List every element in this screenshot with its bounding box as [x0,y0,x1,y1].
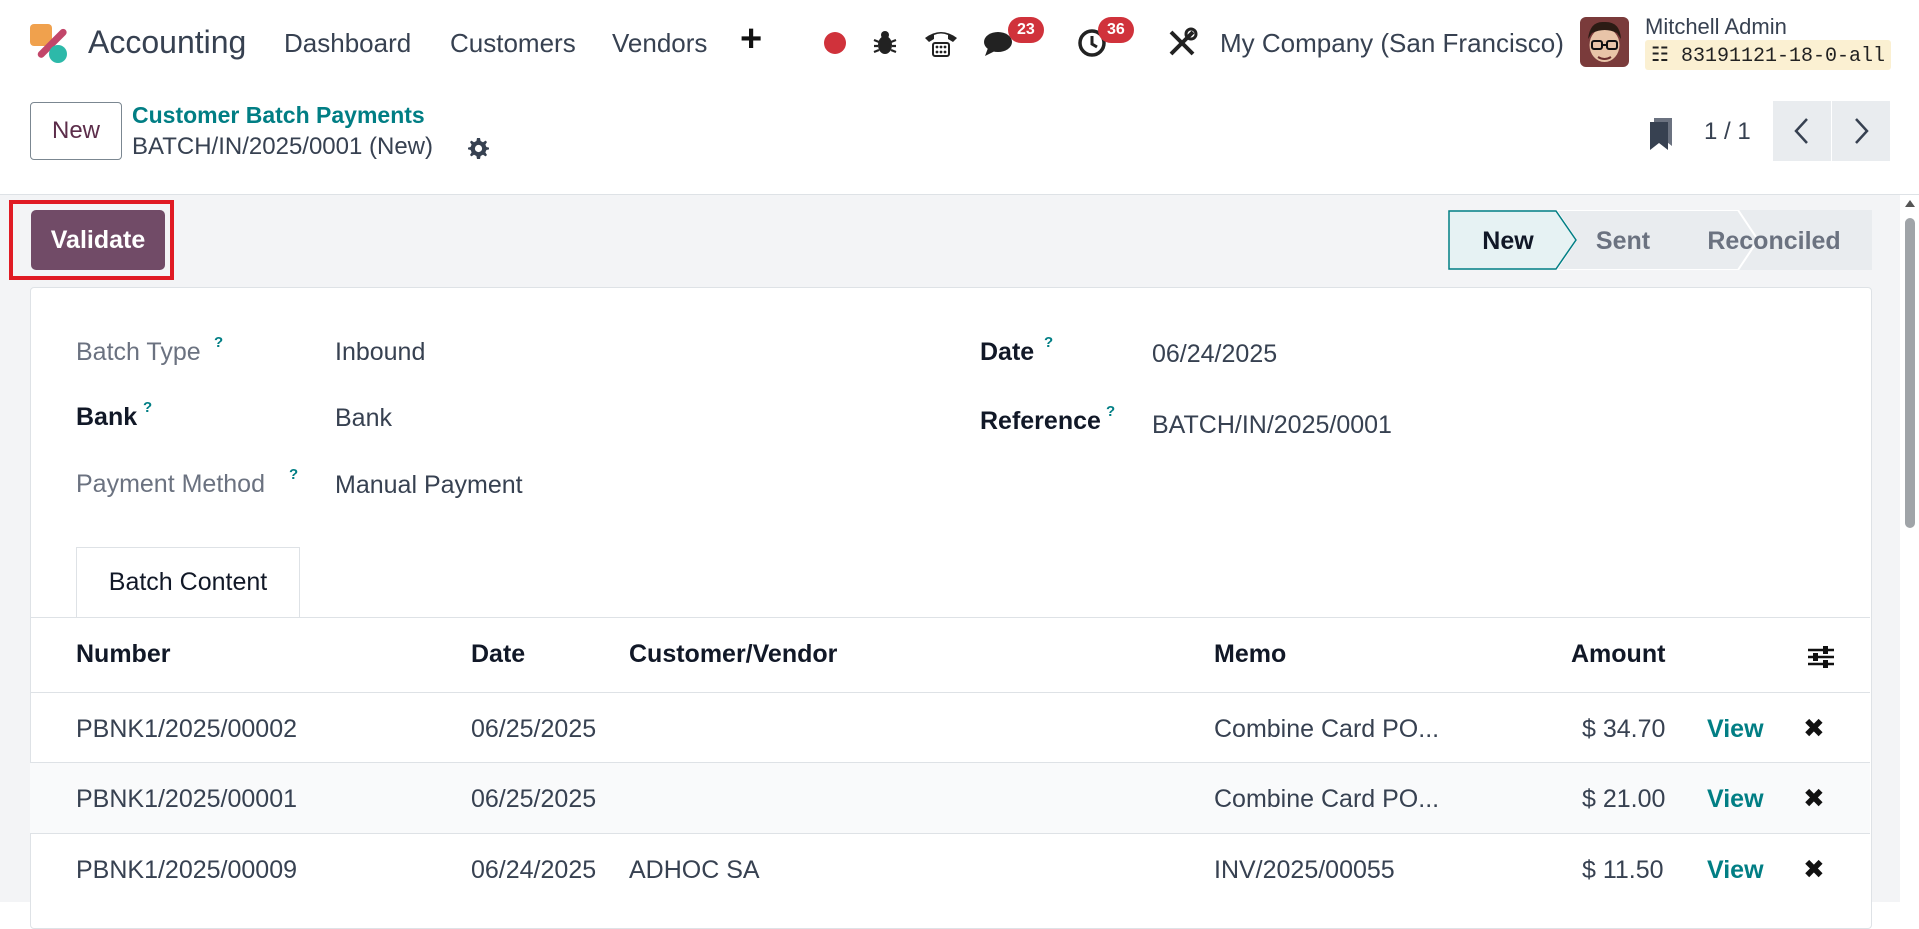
user-avatar[interactable] [1580,17,1629,67]
database-name: 83191121-18-0-all [1680,45,1885,68]
app-name[interactable]: Accounting [88,24,246,61]
record-icon[interactable] [818,26,852,60]
plus-icon[interactable]: + [740,18,762,61]
reference-field[interactable]: BATCH/IN/2025/0001 [1152,411,1392,440]
tab-batch-content[interactable]: Batch Content [76,547,300,617]
menu-dashboard[interactable]: Dashboard [284,28,411,59]
reference-label: Reference [980,407,1101,435]
bank-help-icon[interactable]: ? [143,399,152,416]
sliders-icon[interactable] [1806,644,1836,670]
menu-customers[interactable]: Customers [450,28,576,59]
row-1-view-button[interactable]: View [1707,715,1764,744]
row-3-amount: $ 11.50 [1582,856,1664,884]
bank-label: Bank [76,403,138,431]
row-2-date: 06/25/2025 [471,785,597,813]
row-3-partner: ADHOC SA [629,856,760,884]
column-number[interactable]: Number [76,640,170,669]
top-navbar: Accounting Dashboard Customers Vendors +… [0,0,1919,86]
menu-vendors[interactable]: Vendors [612,28,707,59]
control-panel: New Customer Batch Payments BATCH/IN/202… [0,86,1919,195]
tab-divider [30,617,1870,618]
chevron-left-icon [1794,118,1808,144]
new-record-button[interactable]: New [30,102,122,160]
breadcrumb-parent[interactable]: Customer Batch Payments [132,102,425,129]
chevron-right-icon [1855,118,1869,144]
payment-method-field[interactable]: Manual Payment [335,471,523,500]
stage-reconciled-label: Reconciled [1707,227,1840,255]
date-field[interactable]: 06/24/2025 [1152,340,1277,369]
row-1-date: 06/25/2025 [471,715,597,743]
row-1-memo: Combine Card PO... [1214,715,1440,743]
column-date[interactable]: Date [471,640,525,669]
row-3-view-button[interactable]: View [1707,856,1764,885]
row-2-number: PBNK1/2025/00001 [76,785,298,813]
row-2-memo: Combine Card PO... [1214,785,1440,813]
pager-value[interactable]: 1 / 1 [1704,118,1751,146]
column-memo[interactable]: Memo [1214,640,1286,669]
scrollbar-thumb[interactable] [1905,218,1915,528]
breadcrumb-current: BATCH/IN/2025/0001 (New) [132,133,434,160]
bank-field[interactable]: Bank [335,404,392,433]
database-icon: ☷ [1651,45,1669,68]
phone-icon[interactable] [922,26,960,60]
close-icon[interactable]: ✖ [1803,783,1825,814]
row-1-amount: $ 34.70 [1582,715,1666,743]
close-icon[interactable]: ✖ [1803,713,1825,744]
column-amount[interactable]: Amount [1571,640,1665,669]
batch-type-field[interactable]: Inbound [335,338,425,367]
scroll-up-icon[interactable] [1904,198,1916,208]
activities-badge: 36 [1098,17,1134,43]
stage-new-label: New [1482,227,1534,255]
row-3-number: PBNK1/2025/00009 [76,856,298,884]
payment-method-help-icon[interactable]: ? [289,466,298,483]
row-2-amount: $ 21.00 [1582,785,1666,813]
bookmark-icon[interactable] [1648,116,1674,152]
batch-type-help-icon[interactable]: ? [214,334,223,351]
row-2-view-button[interactable]: View [1707,785,1764,814]
company-switcher[interactable]: My Company (San Francisco) [1220,28,1564,59]
gear-icon[interactable] [466,136,490,160]
row-3-memo: INV/2025/00055 [1214,856,1395,884]
messages-badge: 23 [1008,17,1044,43]
column-customer-vendor[interactable]: Customer/Vendor [629,640,837,669]
validate-highlight-box [9,200,174,280]
date-label: Date [980,338,1035,366]
pager-previous-button[interactable] [1773,101,1831,161]
date-help-icon[interactable]: ? [1044,334,1053,351]
row-3-date: 06/24/2025 [471,856,597,884]
bug-icon[interactable] [868,26,902,60]
pager-next-button[interactable] [1832,101,1890,161]
user-name[interactable]: Mitchell Admin [1645,14,1787,40]
stage-pipeline: New Sent Reconciled [1448,210,1872,270]
database-chip: ☷ 83191121-18-0-all [1645,40,1891,70]
reference-help-icon[interactable]: ? [1106,403,1115,420]
close-icon[interactable]: ✖ [1803,854,1825,885]
stage-sent-label: Sent [1596,227,1651,255]
batch-type-label: Batch Type [76,338,201,366]
accounting-logo-icon[interactable] [28,22,70,64]
tools-icon[interactable] [1165,26,1199,60]
row-1-number: PBNK1/2025/00002 [76,715,298,743]
payment-method-label: Payment Method [76,470,265,498]
